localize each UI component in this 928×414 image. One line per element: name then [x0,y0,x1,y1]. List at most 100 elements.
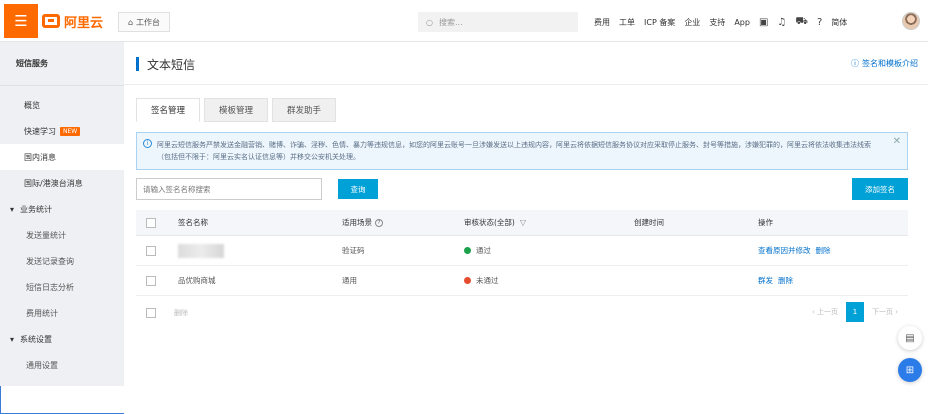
notice-banner: i 阿里云短信服务严禁发送金融营销、赌博、诈骗、淫秽、色情、暴力等违规信息，如您… [136,132,908,170]
close-icon[interactable]: ✕ [893,136,901,148]
sidebar-item-label: 短信日志分析 [26,282,74,292]
link-icp[interactable]: ICP 备案 [644,17,675,28]
view-reason-link[interactable]: 查看原因并修改 [758,245,811,256]
workbench-label: 工作台 [136,17,161,27]
link-cost[interactable]: 费用 [594,17,610,28]
caret-down-icon: ▾ [10,334,15,344]
row-actions: 群发 删除 [758,275,908,286]
logo-mark-icon [42,14,60,28]
page-title: 文本短信 [136,56,195,72]
link-enterprise[interactable]: 企业 [684,17,700,28]
signature-name: 品优购商城 [178,276,216,285]
bell-icon[interactable]: ♫ [777,17,786,28]
row-checkbox[interactable] [146,275,156,286]
help-link[interactable]: ⓘ 签名和模板介绍 [851,58,918,69]
sidebar-item-label: 快速学习 [24,126,56,136]
pagination: ‹ 上一页 1 下一页 › [812,302,898,322]
new-badge: NEW [60,126,81,136]
col-header-time: 创建时间 [634,218,664,227]
col-header-status-label: 审核状态(全部) [464,218,515,227]
batch-delete-button[interactable]: 删除 [174,308,188,318]
row-checkbox[interactable] [146,245,156,256]
notice-text: 阿里云短信服务严禁发送金融营销、赌博、诈骗、淫秽、色情、暴力等违规信息，如您的阿… [157,141,871,161]
group-label: 系统设置 [20,334,53,344]
aliyun-logo[interactable]: 阿里云 [42,10,103,32]
tab-signature[interactable]: 签名管理 [136,98,200,122]
next-page-button[interactable]: 下一页 › [872,307,898,317]
filter-icon[interactable]: ▽ [520,218,526,227]
select-all-checkbox[interactable] [146,217,156,228]
sidebar-item-label: 通用设置 [26,360,58,370]
sidebar-item-domestic[interactable]: 国内消息 [0,144,124,170]
delete-link[interactable]: 删除 [778,275,793,286]
workbench-button[interactable]: ⌂ 工作台 [118,12,170,32]
footer-select-checkbox[interactable] [146,308,156,318]
table-row: 品优购商城 通用 未通过 群发 删除 [136,266,908,296]
sidebar-item-overview[interactable]: 概览 [0,92,124,118]
status-label: 未通过 [476,276,499,285]
link-ticket[interactable]: 工单 [619,17,635,28]
sidebar-group-stats[interactable]: ▾ 业务统计 [0,196,124,222]
menu-icon[interactable]: ☰ [4,4,38,38]
sidebar-item-international[interactable]: 国际/港澳台消息 [0,170,124,196]
signature-scene: 验证码 [342,246,365,255]
sidebar-item-label: 发送量统计 [26,230,66,240]
sidebar-item-general-settings[interactable]: 通用设置 [0,352,124,378]
terminal-icon[interactable]: ▣ [759,17,768,28]
page-title-text: 文本短信 [147,57,196,72]
tab-bulk-send[interactable]: 群发助手 [272,98,336,122]
info-icon: i [143,139,152,148]
question-circle-icon: ⓘ [851,59,859,68]
sidebar-item-log-analysis[interactable]: 短信日志分析 [0,274,124,300]
chat-icon[interactable]: ▤ [898,326,922,350]
bulk-send-link[interactable]: 群发 [758,275,773,286]
sidebar-item-quickstart[interactable]: 快速学习 NEW [0,118,124,144]
sidebar-item-send-stats[interactable]: 发送量统计 [0,222,124,248]
main-content: 文本短信 ⓘ 签名和模板介绍 签名管理 模板管理 群发助手 i 阿里云短信服务严… [124,42,928,414]
global-search-input[interactable]: ○ 搜索... [418,12,578,32]
link-support[interactable]: 支持 [709,17,725,28]
tab-template[interactable]: 模板管理 [204,98,268,122]
delete-link[interactable]: 删除 [816,245,831,256]
table-header: 签名名称 适用场景 ? 审核状态(全部) ▽ 创建时间 操作 [136,210,908,236]
query-button[interactable]: 查询 [338,179,378,199]
signature-status: 未通过 [464,275,634,286]
link-app[interactable]: App [734,18,750,27]
sidebar-item-label: 费用统计 [26,308,58,318]
table-row: 验证码 通过 查看原因并修改 删除 [136,236,908,266]
language-switch[interactable]: 简体 [831,17,847,28]
filter-bar: 查询 [136,178,378,200]
tab-bar: 签名管理 模板管理 群发助手 [136,98,340,122]
signature-name [166,243,342,258]
sidebar: 短信服务 概览 快速学习 NEW 国内消息 国际/港澳台消息 ▾ 业务统计 发送… [0,42,124,386]
help-link-label: 签名和模板介绍 [862,59,918,68]
title-accent-bar [136,57,139,71]
search-icon: ○ [426,17,433,27]
page-number-current[interactable]: 1 [845,302,864,322]
user-avatar[interactable] [902,12,920,30]
sidebar-item-send-records[interactable]: 发送记录查询 [0,248,124,274]
help-icon[interactable]: ? [817,17,822,28]
col-header-ops: 操作 [758,218,773,227]
signature-search-input[interactable] [136,178,322,200]
col-header-scene-label: 适用场景 [342,218,372,227]
signature-table: 签名名称 适用场景 ? 审核状态(全部) ▽ 创建时间 操作 验证码 通过 查看… [136,210,908,296]
sidebar-item-label: 发送记录查询 [26,256,74,266]
col-header-scene: 适用场景 ? [342,217,464,228]
apps-grid-icon[interactable]: ⊞ [898,358,922,382]
sidebar-item-cost-stats[interactable]: 费用统计 [0,300,124,326]
question-icon[interactable]: ? [375,218,383,227]
top-links: 费用 工单 ICP 备案 企业 支持 App ▣ ♫ ⛟ ? 简体 [594,12,847,32]
status-label: 通过 [476,246,491,255]
col-header-name: 签名名称 [178,218,208,227]
search-placeholder: 搜索... [438,17,463,27]
sidebar-group-settings[interactable]: ▾ 系统设置 [0,326,124,352]
signature-status: 通过 [464,245,634,256]
signature-scene: 通用 [342,276,357,285]
group-label: 业务统计 [20,204,53,214]
add-signature-button[interactable]: 添加签名 [852,178,908,200]
divider [124,84,928,85]
top-navigation-bar: ☰ 阿里云 ⌂ 工作台 ○ 搜索... 费用 工单 ICP 备案 企业 支持 A… [0,0,928,42]
cart-icon[interactable]: ⛟ [795,16,808,29]
prev-page-button[interactable]: ‹ 上一页 [812,307,838,317]
